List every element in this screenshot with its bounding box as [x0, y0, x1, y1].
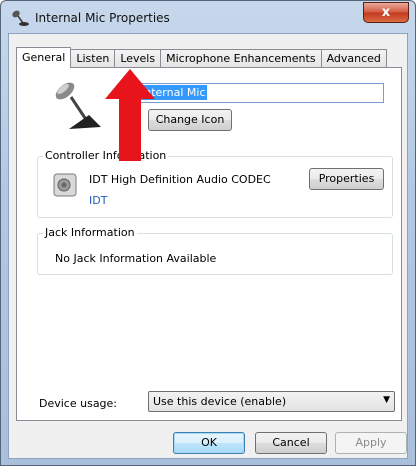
- tab-levels[interactable]: Levels: [114, 49, 162, 68]
- close-button[interactable]: x: [363, 2, 409, 23]
- speaker-device-icon: [53, 173, 77, 197]
- tab-strip: General Listen Levels Microphone Enhance…: [16, 47, 387, 68]
- tab-general[interactable]: General: [16, 47, 72, 68]
- window-title: Internal Mic Properties: [35, 11, 170, 25]
- device-usage-select[interactable]: Use this device (enable) ▼: [148, 391, 395, 412]
- cancel-button[interactable]: Cancel: [255, 432, 327, 454]
- properties-button[interactable]: Properties: [309, 168, 384, 190]
- jack-information-text: No Jack Information Available: [55, 252, 217, 265]
- title-bar[interactable]: Internal Mic Properties x: [1, 1, 415, 33]
- device-name-input[interactable]: Internal Mic: [136, 83, 384, 103]
- tab-listen[interactable]: Listen: [70, 49, 116, 68]
- device-usage-label: Device usage:: [39, 397, 118, 410]
- tab-microphone-enhancements[interactable]: Microphone Enhancements: [160, 49, 322, 68]
- properties-window: Internal Mic Properties x General Listen…: [0, 0, 416, 466]
- tab-advanced[interactable]: Advanced: [320, 49, 387, 68]
- microphone-icon: [55, 82, 101, 129]
- red-arrow-icon: [105, 69, 155, 161]
- microphone-icon: [12, 10, 29, 26]
- device-usage-value: Use this device (enable): [153, 395, 287, 408]
- jack-information-label: Jack Information: [43, 226, 137, 239]
- ok-button[interactable]: OK: [173, 432, 245, 454]
- controller-vendor: IDT: [89, 194, 108, 207]
- chevron-down-icon: ▼: [383, 395, 390, 405]
- controller-name: IDT High Definition Audio CODEC: [89, 173, 271, 186]
- apply-button[interactable]: Apply: [335, 432, 407, 454]
- change-icon-button[interactable]: Change Icon: [148, 109, 232, 131]
